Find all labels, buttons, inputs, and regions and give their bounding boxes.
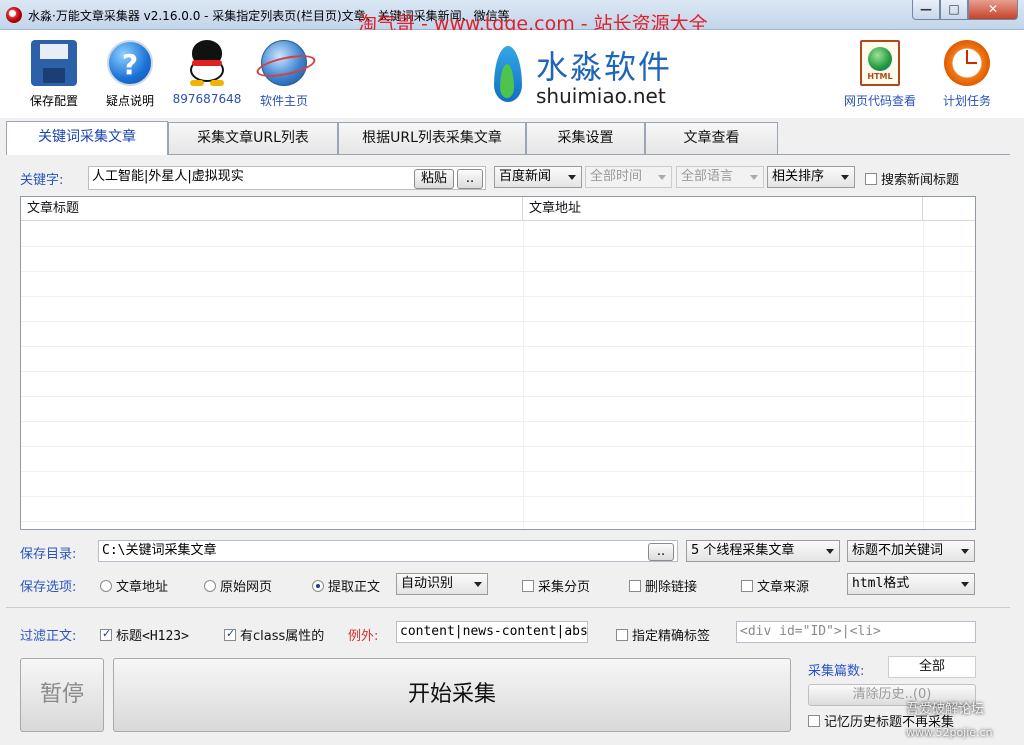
chevron-down-icon — [961, 582, 969, 587]
clock-icon — [944, 40, 990, 86]
source-select[interactable]: 百度新闻 — [494, 166, 582, 188]
app-icon — [6, 7, 22, 23]
save-dir-input[interactable]: C:\关键词采集文章 — [98, 540, 678, 562]
radio-article-url[interactable]: 文章地址 — [100, 576, 168, 595]
chevron-down-icon — [658, 175, 666, 180]
chevron-down-icon — [826, 549, 834, 554]
close-button[interactable]: ✕ — [968, 0, 1018, 20]
brand-name-cn: 水淼软件 — [536, 48, 673, 86]
qq-number-label: 897687648 — [172, 92, 242, 106]
maximize-button[interactable]: □ — [940, 0, 968, 20]
collect-pages-checkbox[interactable]: 采集分页 — [522, 576, 590, 595]
tab-keyword-collect[interactable]: 关键词采集文章 — [6, 121, 168, 155]
floppy-disk-icon — [31, 40, 77, 86]
tab-view-articles[interactable]: 文章查看 — [645, 122, 778, 154]
chevron-down-icon — [568, 175, 576, 180]
article-source-checkbox[interactable]: 文章来源 — [741, 576, 809, 595]
filter-title-tag-checkbox[interactable]: 标题<H123> — [100, 625, 189, 644]
title-keyword-select[interactable]: 标题不加关键词 — [847, 540, 975, 562]
column-header-url[interactable]: 文章地址 — [523, 197, 923, 221]
schedule-button[interactable]: 计划任务 — [931, 36, 1003, 109]
keyword-label: 关键字: — [20, 173, 64, 188]
brand-logo: 水淼软件 shuimiao.net — [484, 42, 694, 112]
chevron-down-icon — [474, 582, 482, 587]
checkbox-checked-icon — [224, 627, 236, 641]
language-select[interactable]: 全部语言 — [676, 166, 764, 188]
title-bar: 水淼·万能文章采集器 v2.16.0.0 - 采集指定列表页(栏目页)文章、关键… — [0, 0, 1024, 35]
html-view-label: 网页代码查看 — [843, 94, 916, 108]
minimize-icon: — — [920, 2, 932, 16]
radio-icon — [100, 580, 112, 592]
browse-dir-button[interactable]: .. — [648, 543, 674, 561]
checkbox-icon — [616, 629, 628, 641]
checkbox-icon — [808, 715, 820, 727]
paste-button[interactable]: 粘贴 — [414, 169, 454, 189]
save-config-button[interactable]: 保存配置 — [18, 36, 90, 109]
toolbar: 保存配置 ? 疑点说明 897687648 软件主页 水淼软件 shuimiao… — [0, 30, 1024, 118]
chevron-down-icon — [961, 549, 969, 554]
start-collect-button[interactable]: 开始采集 — [113, 658, 791, 732]
chevron-down-icon — [750, 175, 758, 180]
help-icon: ? — [107, 40, 153, 86]
collect-count-value[interactable]: 全部 — [888, 656, 976, 678]
exception-input[interactable]: content|news-content|abs — [396, 621, 588, 643]
time-select[interactable]: 全部时间 — [585, 166, 672, 188]
remove-links-checkbox[interactable]: 删除链接 — [629, 576, 697, 595]
filter-body-label: 过滤正文: — [20, 629, 77, 644]
thread-count-select[interactable]: 5 个线程采集文章 — [686, 540, 840, 562]
maximize-icon: □ — [948, 2, 960, 16]
save-config-label: 保存配置 — [29, 94, 78, 108]
tab-collect-by-url-list[interactable]: 根据URL列表采集文章 — [338, 122, 526, 154]
precise-tag-checkbox[interactable]: 指定精确标签 — [616, 625, 710, 644]
table-header: 文章标题 文章地址 — [21, 197, 975, 221]
qq-button[interactable]: 897687648 — [171, 36, 243, 106]
radio-extract-body[interactable]: 提取正文 — [312, 576, 380, 595]
search-title-checkbox[interactable]: 搜索新闻标题 — [865, 169, 959, 188]
water-drop-icon — [488, 46, 528, 102]
checkbox-icon — [522, 580, 534, 592]
checkbox-icon — [741, 580, 753, 592]
help-label: 疑点说明 — [105, 94, 154, 108]
exception-label: 例外: — [348, 629, 379, 644]
save-options-label: 保存选项: — [20, 580, 77, 595]
checkbox-icon — [629, 580, 641, 592]
forum-watermark: 吾爱破解论坛 — [906, 702, 985, 717]
filter-class-attr-checkbox[interactable]: 有class属性的 — [224, 625, 324, 644]
schedule-label: 计划任务 — [942, 94, 991, 108]
brand-name-en: shuimiao.net — [536, 84, 666, 108]
homepage-button[interactable]: 软件主页 — [248, 36, 320, 109]
forum-watermark-url: www.52pojie.cn — [906, 726, 993, 739]
sort-select[interactable]: 相关排序 — [767, 166, 855, 188]
chevron-down-icon — [841, 175, 849, 180]
help-button[interactable]: ? 疑点说明 — [94, 36, 166, 109]
html-view-button[interactable]: HTML 网页代码查看 — [840, 36, 920, 109]
section-divider — [6, 607, 1010, 608]
qq-penguin-icon — [184, 40, 230, 86]
globe-icon — [261, 40, 307, 86]
checkbox-checked-icon — [100, 627, 112, 641]
checkbox-icon — [865, 173, 877, 185]
collect-count-label: 采集篇数: — [808, 664, 865, 679]
output-format-select[interactable]: html格式 — [847, 573, 975, 595]
pause-button[interactable]: 暂停 — [20, 658, 104, 732]
radio-original-page[interactable]: 原始网页 — [204, 576, 272, 595]
close-icon: ✕ — [987, 2, 999, 16]
minimize-button[interactable]: — — [912, 0, 940, 20]
tab-url-list[interactable]: 采集文章URL列表 — [168, 122, 338, 154]
html-file-icon: HTML — [860, 40, 900, 86]
extract-mode-select[interactable]: 自动识别 — [396, 573, 488, 595]
radio-icon — [204, 580, 216, 592]
article-table[interactable]: 文章标题 文章地址 — [20, 196, 976, 530]
save-dir-label: 保存目录: — [20, 547, 77, 562]
precise-tag-input[interactable]: <div id="ID">|<li> — [736, 621, 976, 643]
keyword-more-button[interactable]: .. — [457, 169, 483, 189]
homepage-label: 软件主页 — [259, 94, 308, 108]
column-header-title[interactable]: 文章标题 — [21, 197, 523, 221]
tab-settings[interactable]: 采集设置 — [526, 122, 645, 154]
radio-selected-icon — [312, 580, 324, 592]
